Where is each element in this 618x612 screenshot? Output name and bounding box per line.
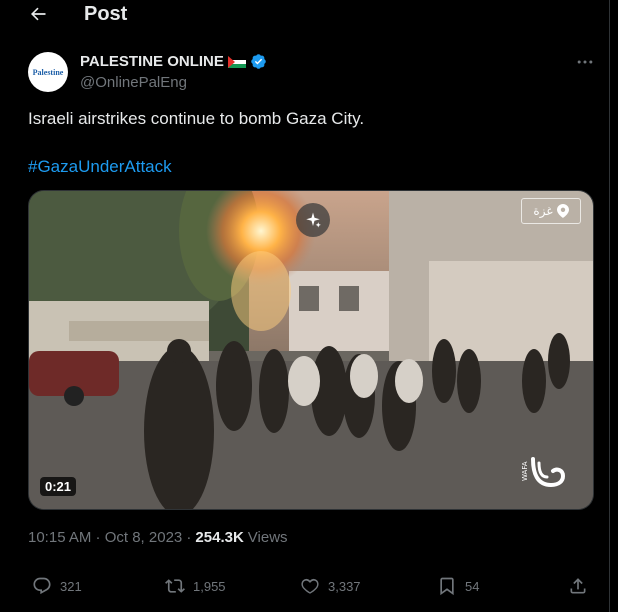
palestine-flag-icon	[227, 55, 246, 68]
grok-analyze-button[interactable]	[296, 203, 330, 237]
action-bar: 321 1,955 3,337 54	[0, 576, 610, 602]
repost-icon	[165, 579, 185, 593]
video-duration: 0:21	[40, 477, 77, 496]
share-button[interactable]	[568, 576, 588, 596]
reply-count: 321	[60, 578, 82, 594]
timestamp[interactable]: 10:15 AM · Oct 8, 2023 ·	[28, 529, 191, 546]
avatar[interactable]: Palestine	[28, 52, 68, 92]
verified-badge-icon	[251, 54, 266, 69]
author-name-row[interactable]: PALESTINE ONLINE	[80, 53, 267, 70]
bookmark-button[interactable]: 54	[437, 576, 479, 596]
heart-icon	[301, 578, 319, 594]
video-player[interactable]: غزة WAFA 0:21	[28, 190, 594, 510]
views-count: 254.3K	[195, 529, 244, 546]
location-watermark: غزة	[521, 198, 581, 224]
like-count: 3,337	[328, 578, 361, 594]
post-header: Post	[0, 0, 610, 30]
repost-button[interactable]: 1,955	[165, 576, 226, 596]
more-options-icon[interactable]	[575, 52, 595, 72]
share-icon	[570, 578, 586, 594]
like-button[interactable]: 3,337	[300, 576, 361, 596]
location-label: غزة	[533, 204, 553, 218]
bookmark-count: 54	[465, 578, 480, 594]
map-pin-icon	[556, 204, 569, 218]
hashtag-link[interactable]: #GazaUnderAttack	[28, 157, 172, 177]
author-handle[interactable]: @OnlinePalEng	[80, 74, 187, 91]
svg-text:WAFA: WAFA	[521, 461, 529, 481]
tweet-text: Israeli airstrikes continue to bomb Gaza…	[28, 109, 365, 128]
video-thumbnail	[29, 191, 593, 509]
page-title: Post	[84, 3, 128, 25]
reply-button[interactable]: 321	[32, 576, 82, 596]
repost-count: 1,955	[193, 578, 226, 594]
back-arrow-icon[interactable]	[28, 4, 48, 24]
post-column: Post Palestine PALESTINE ONLINE @OnlineP…	[0, 0, 610, 612]
wafa-logo-icon: WAFA	[521, 457, 566, 488]
author-name[interactable]: PALESTINE ONLINE	[80, 53, 224, 70]
bookmark-icon	[440, 577, 454, 596]
avatar-text: Palestine	[32, 67, 64, 77]
reply-icon	[33, 577, 51, 595]
post-meta: 10:15 AM · Oct 8, 2023 · 254.3K Views	[28, 529, 288, 546]
sparkle-icon	[306, 212, 321, 228]
views-label: Views	[247, 529, 288, 546]
